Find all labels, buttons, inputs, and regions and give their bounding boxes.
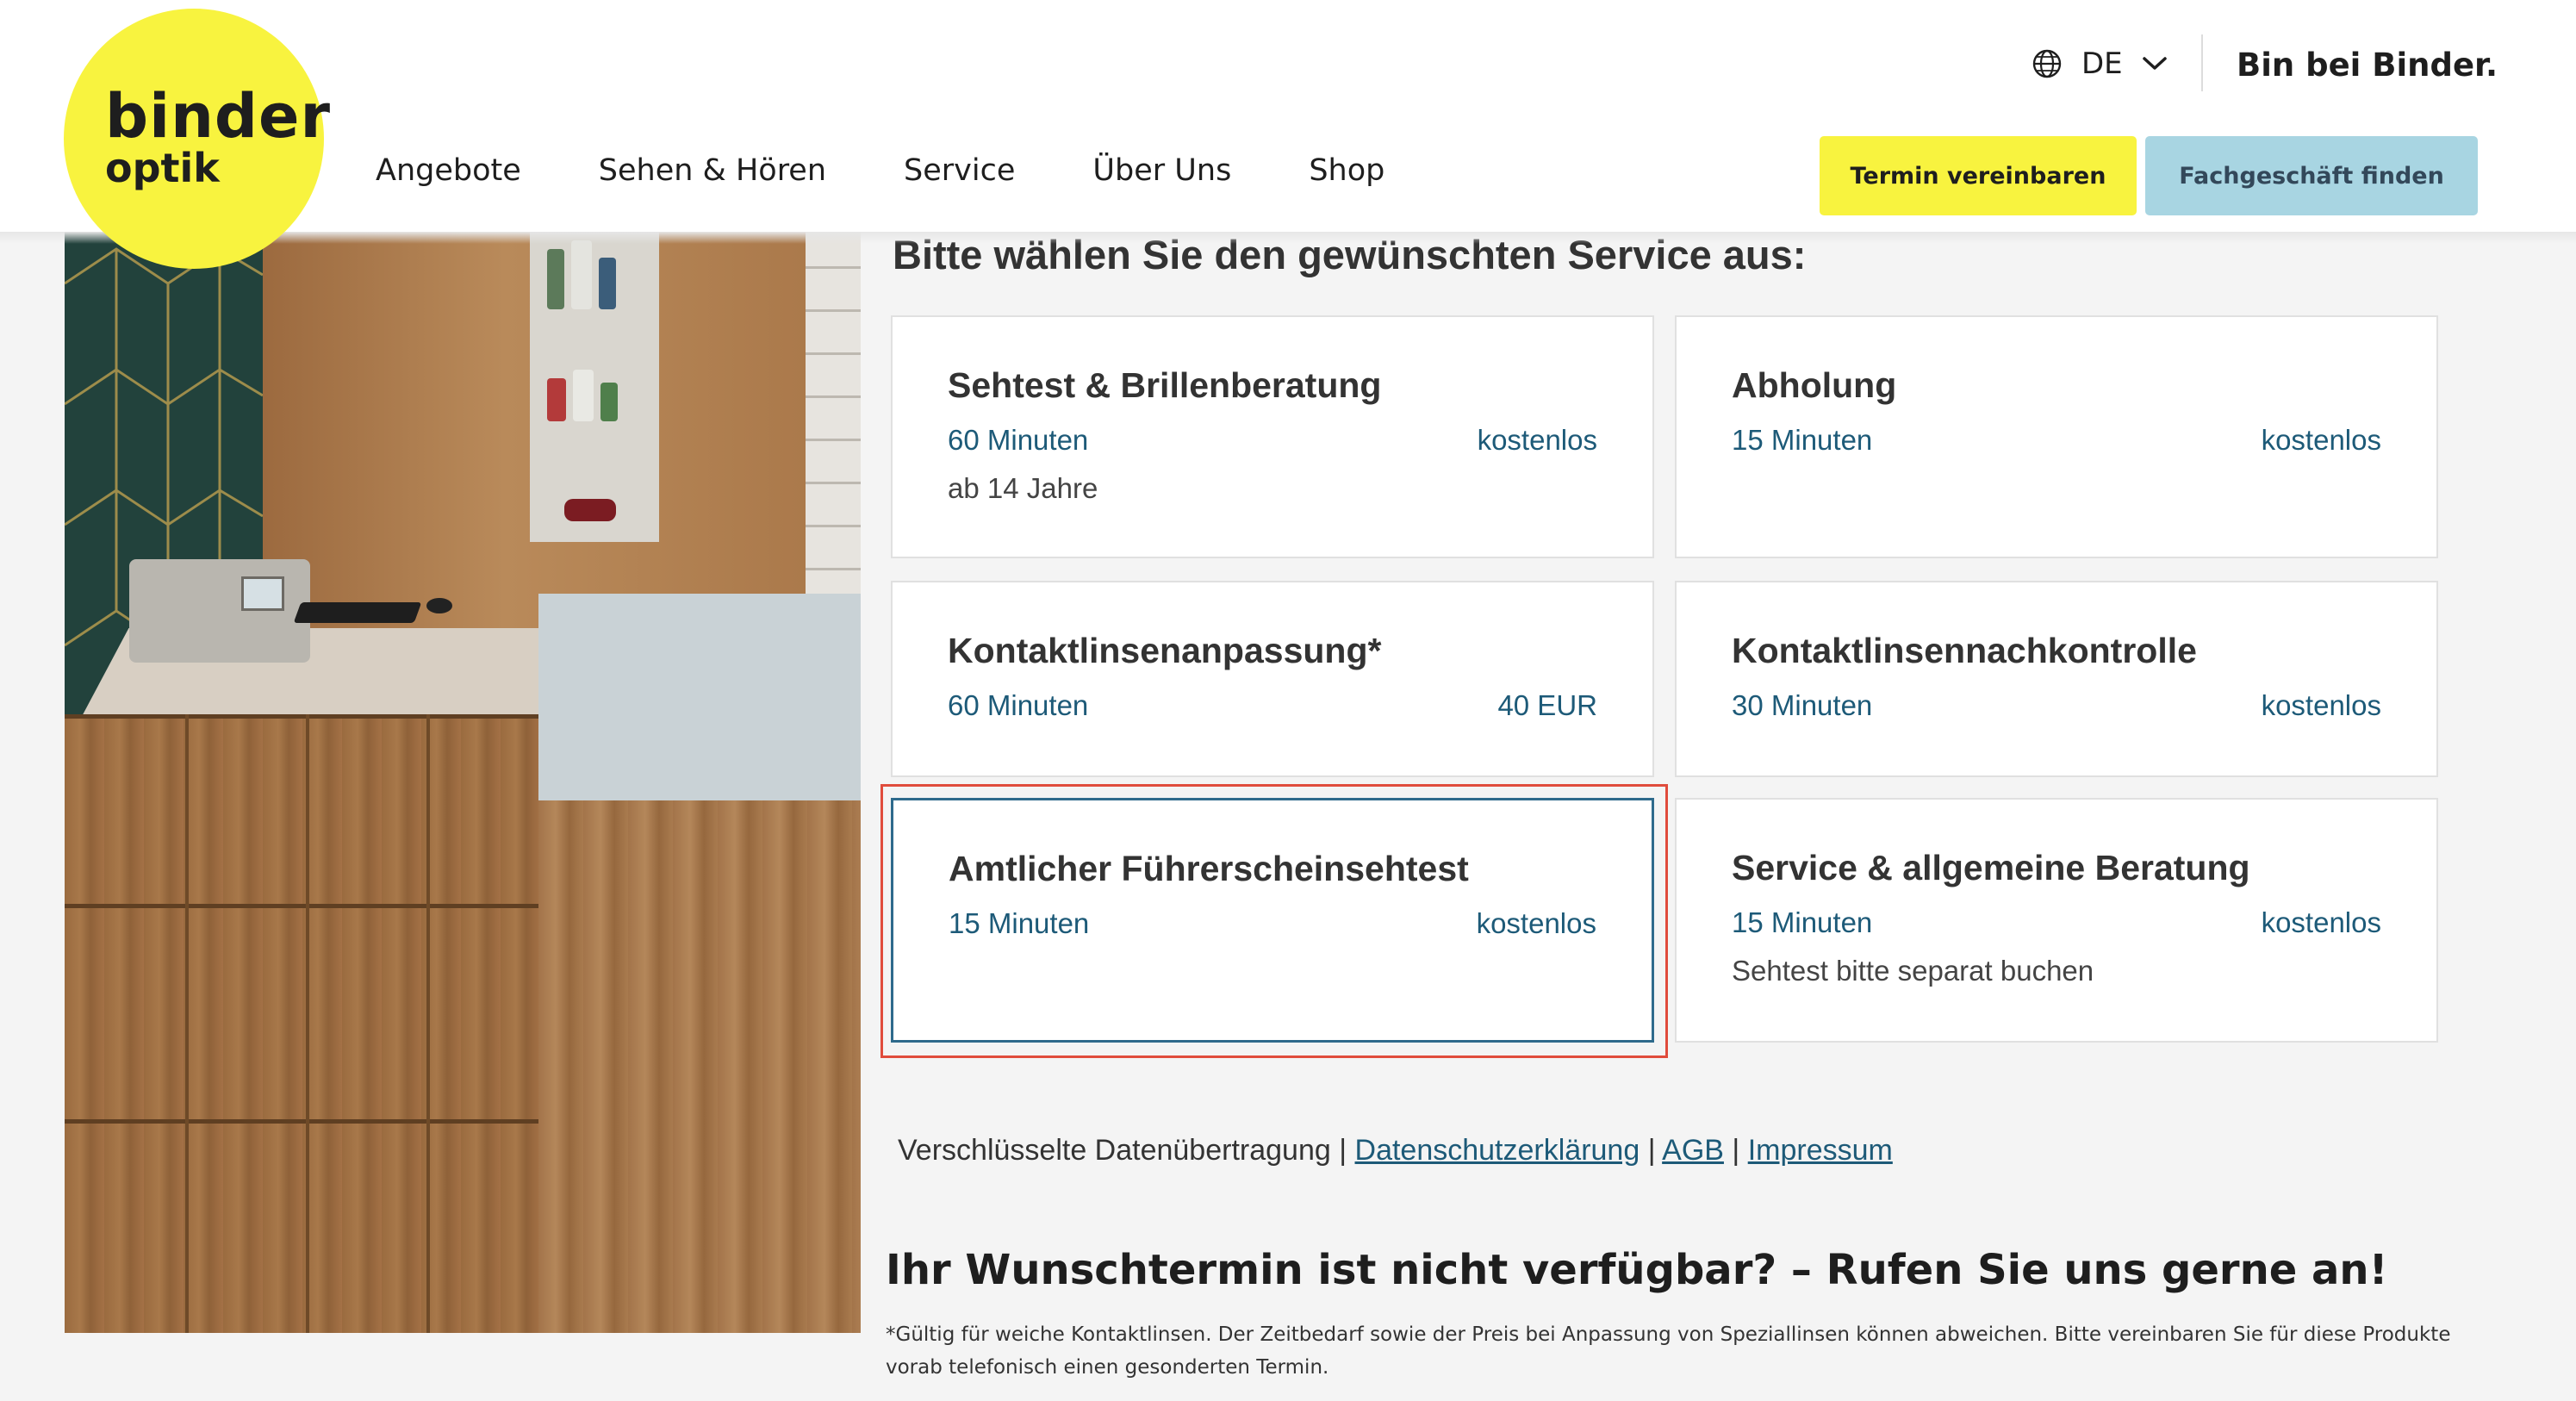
service-card-kontaktlinsennachkontrolle[interactable]: Kontaktlinsennachkontrolle 30 Minuten ko…: [1675, 581, 2438, 777]
header-divider: [2201, 34, 2203, 91]
nav-sehen-hoeren[interactable]: Sehen & Hören: [599, 153, 826, 188]
call-us-heading: Ihr Wunschtermin ist nicht verfügbar? – …: [886, 1246, 2388, 1294]
service-card-sehtest[interactable]: Sehtest & Brillenberatung 60 Minuten kos…: [891, 315, 1654, 558]
service-title: Service & allgemeine Beratung: [1732, 848, 2250, 887]
service-title: Abholung: [1732, 365, 1897, 405]
service-title: Sehtest & Brillenberatung: [948, 365, 1382, 405]
language-selector[interactable]: DE: [2032, 47, 2168, 81]
language-label: DE: [2081, 47, 2123, 81]
service-duration: 15 Minuten: [1732, 906, 1873, 938]
service-title: Amtlicher Führerscheinsehtest: [949, 849, 1469, 888]
service-card-abholung[interactable]: Abholung 15 Minuten kostenlos: [1675, 315, 2438, 558]
separator: |: [1339, 1134, 1347, 1167]
service-card-kontaktlinsenanpassung[interactable]: Kontaktlinsenanpassung* 60 Minuten 40 EU…: [891, 581, 1654, 777]
encryption-text: Verschlüsselte Datenübertragung: [898, 1134, 1331, 1167]
service-note: ab 14 Jahre: [948, 472, 1098, 504]
chevron-down-icon: [2142, 55, 2168, 72]
service-duration: 60 Minuten: [948, 424, 1089, 456]
service-card-fuehrerscheinsehtest[interactable]: Amtlicher Führerscheinsehtest 15 Minuten…: [891, 798, 1654, 1043]
separator: |: [1732, 1134, 1740, 1167]
service-card-allgemeine-beratung[interactable]: Service & allgemeine Beratung 15 Minuten…: [1675, 798, 2438, 1043]
bin-bei-binder-link[interactable]: Bin bei Binder.: [2237, 47, 2498, 84]
termin-vereinbaren-button[interactable]: Termin vereinbaren: [1820, 136, 2137, 215]
service-price: kostenlos: [2261, 906, 2381, 938]
service-duration: 15 Minuten: [1732, 424, 1873, 456]
logo-text-binder[interactable]: binder: [105, 86, 331, 146]
header-shadow: [0, 232, 2576, 244]
nav-angebote[interactable]: Angebote: [376, 153, 521, 188]
service-title: Kontaktlinsennachkontrolle: [1732, 631, 2197, 670]
agb-link[interactable]: AGB: [1662, 1134, 1724, 1167]
service-price: 40 EUR: [1497, 689, 1597, 721]
service-price: kostenlos: [1476, 907, 1596, 939]
nav-ueber-uns[interactable]: Über Uns: [1092, 153, 1231, 188]
separator: |: [1647, 1134, 1656, 1167]
footnote: *Gültig für weiche Kontaktlinsen. Der Ze…: [886, 1323, 2451, 1379]
service-price: kostenlos: [1477, 424, 1597, 456]
datenschutz-link[interactable]: Datenschutzerklärung: [1355, 1134, 1640, 1167]
main-nav: Angebote Sehen & Hören Service Über Uns …: [376, 153, 1462, 188]
impressum-link[interactable]: Impressum: [1748, 1134, 1893, 1167]
service-price: kostenlos: [2261, 424, 2381, 456]
service-note: Sehtest bitte separat buchen: [1732, 955, 2094, 987]
nav-service[interactable]: Service: [904, 153, 1015, 188]
fachgeschaeft-finden-button[interactable]: Fachgeschäft finden: [2145, 136, 2478, 215]
service-duration: 15 Minuten: [949, 907, 1090, 939]
logo-text-optik[interactable]: optik: [105, 148, 220, 188]
legal-links: Verschlüsselte Datenübertragung | Datens…: [898, 1134, 1893, 1168]
service-title: Kontaktlinsenanpassung*: [948, 631, 1382, 670]
service-price: kostenlos: [2261, 689, 2381, 721]
service-duration: 30 Minuten: [1732, 689, 1873, 721]
globe-icon: [2032, 48, 2063, 79]
service-duration: 60 Minuten: [948, 689, 1089, 721]
nav-shop[interactable]: Shop: [1309, 153, 1384, 188]
